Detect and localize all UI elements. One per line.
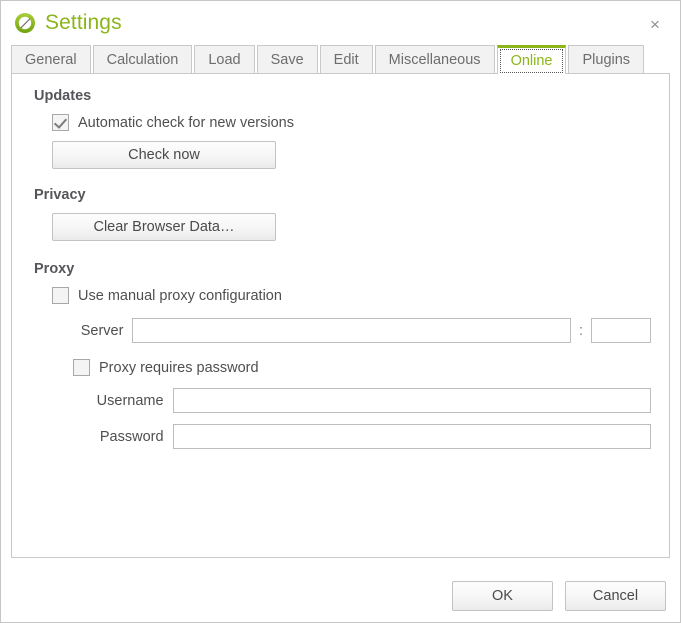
colon-separator: : <box>578 322 583 339</box>
username-input[interactable] <box>172 388 651 413</box>
tab-general[interactable]: General <box>11 45 91 74</box>
tab-label: General <box>25 52 77 68</box>
app-logo-icon <box>14 12 36 34</box>
section-header-proxy: Proxy <box>34 261 75 277</box>
tab-strip: General Calculation Load Save Edit Misce… <box>11 45 680 74</box>
online-settings-panel: Updates Automatic check for new versions… <box>11 73 670 558</box>
tab-miscellaneous[interactable]: Miscellaneous <box>374 45 495 74</box>
tab-label: Miscellaneous <box>388 52 481 68</box>
username-field-row: Username <box>88 388 651 413</box>
tab-label: Load <box>208 52 241 68</box>
checkbox-row-proxy-requires-password[interactable]: Proxy requires password <box>73 359 651 376</box>
automatic-check-label: Automatic check for new versions <box>78 114 294 131</box>
tab-plugins[interactable]: Plugins <box>568 45 645 74</box>
tab-label: Online <box>510 53 553 69</box>
tab-label: Edit <box>333 52 359 68</box>
server-field-row: Server : <box>65 318 651 343</box>
proxy-requires-password-checkbox[interactable] <box>73 359 90 376</box>
username-label: Username <box>96 392 164 409</box>
port-input[interactable] <box>591 318 651 343</box>
ok-label: OK <box>492 588 513 604</box>
proxy-requires-password-label: Proxy requires password <box>99 359 259 376</box>
tab-label: Plugins <box>582 52 631 68</box>
tab-online[interactable]: Online <box>496 45 567 74</box>
close-icon[interactable]: × <box>642 11 668 37</box>
checkbox-row-use-manual-proxy[interactable]: Use manual proxy configuration <box>52 287 651 304</box>
server-input[interactable] <box>132 318 571 343</box>
settings-dialog: Settings × General Calculation Load Save… <box>0 0 681 623</box>
section-header-privacy: Privacy <box>34 187 86 203</box>
server-label: Server <box>80 322 124 339</box>
clear-browser-data-button[interactable]: Clear Browser Data… <box>52 213 276 241</box>
password-label: Password <box>99 428 164 445</box>
clear-browser-data-label: Clear Browser Data… <box>93 219 235 235</box>
tab-load[interactable]: Load <box>194 45 255 74</box>
automatic-check-checkbox[interactable] <box>52 114 69 131</box>
use-manual-proxy-checkbox[interactable] <box>52 287 69 304</box>
title-bar: Settings × <box>1 1 680 45</box>
tab-edit[interactable]: Edit <box>319 45 373 74</box>
checkbox-row-automatic-check[interactable]: Automatic check for new versions <box>52 114 651 131</box>
tab-save[interactable]: Save <box>256 45 318 74</box>
section-header-updates: Updates <box>34 88 92 104</box>
cancel-label: Cancel <box>592 588 639 604</box>
tab-label: Calculation <box>106 52 179 68</box>
password-field-row: Password <box>88 424 651 449</box>
tab-label: Save <box>270 52 304 68</box>
tab-calculation[interactable]: Calculation <box>92 45 193 74</box>
check-now-label: Check now <box>128 147 200 163</box>
ok-button[interactable]: OK <box>452 581 553 611</box>
use-manual-proxy-label: Use manual proxy configuration <box>78 287 282 304</box>
cancel-button[interactable]: Cancel <box>565 581 666 611</box>
password-input[interactable] <box>172 424 651 449</box>
check-now-button[interactable]: Check now <box>52 141 276 169</box>
window-title: Settings <box>45 10 122 34</box>
dialog-footer: OK Cancel <box>1 570 680 622</box>
